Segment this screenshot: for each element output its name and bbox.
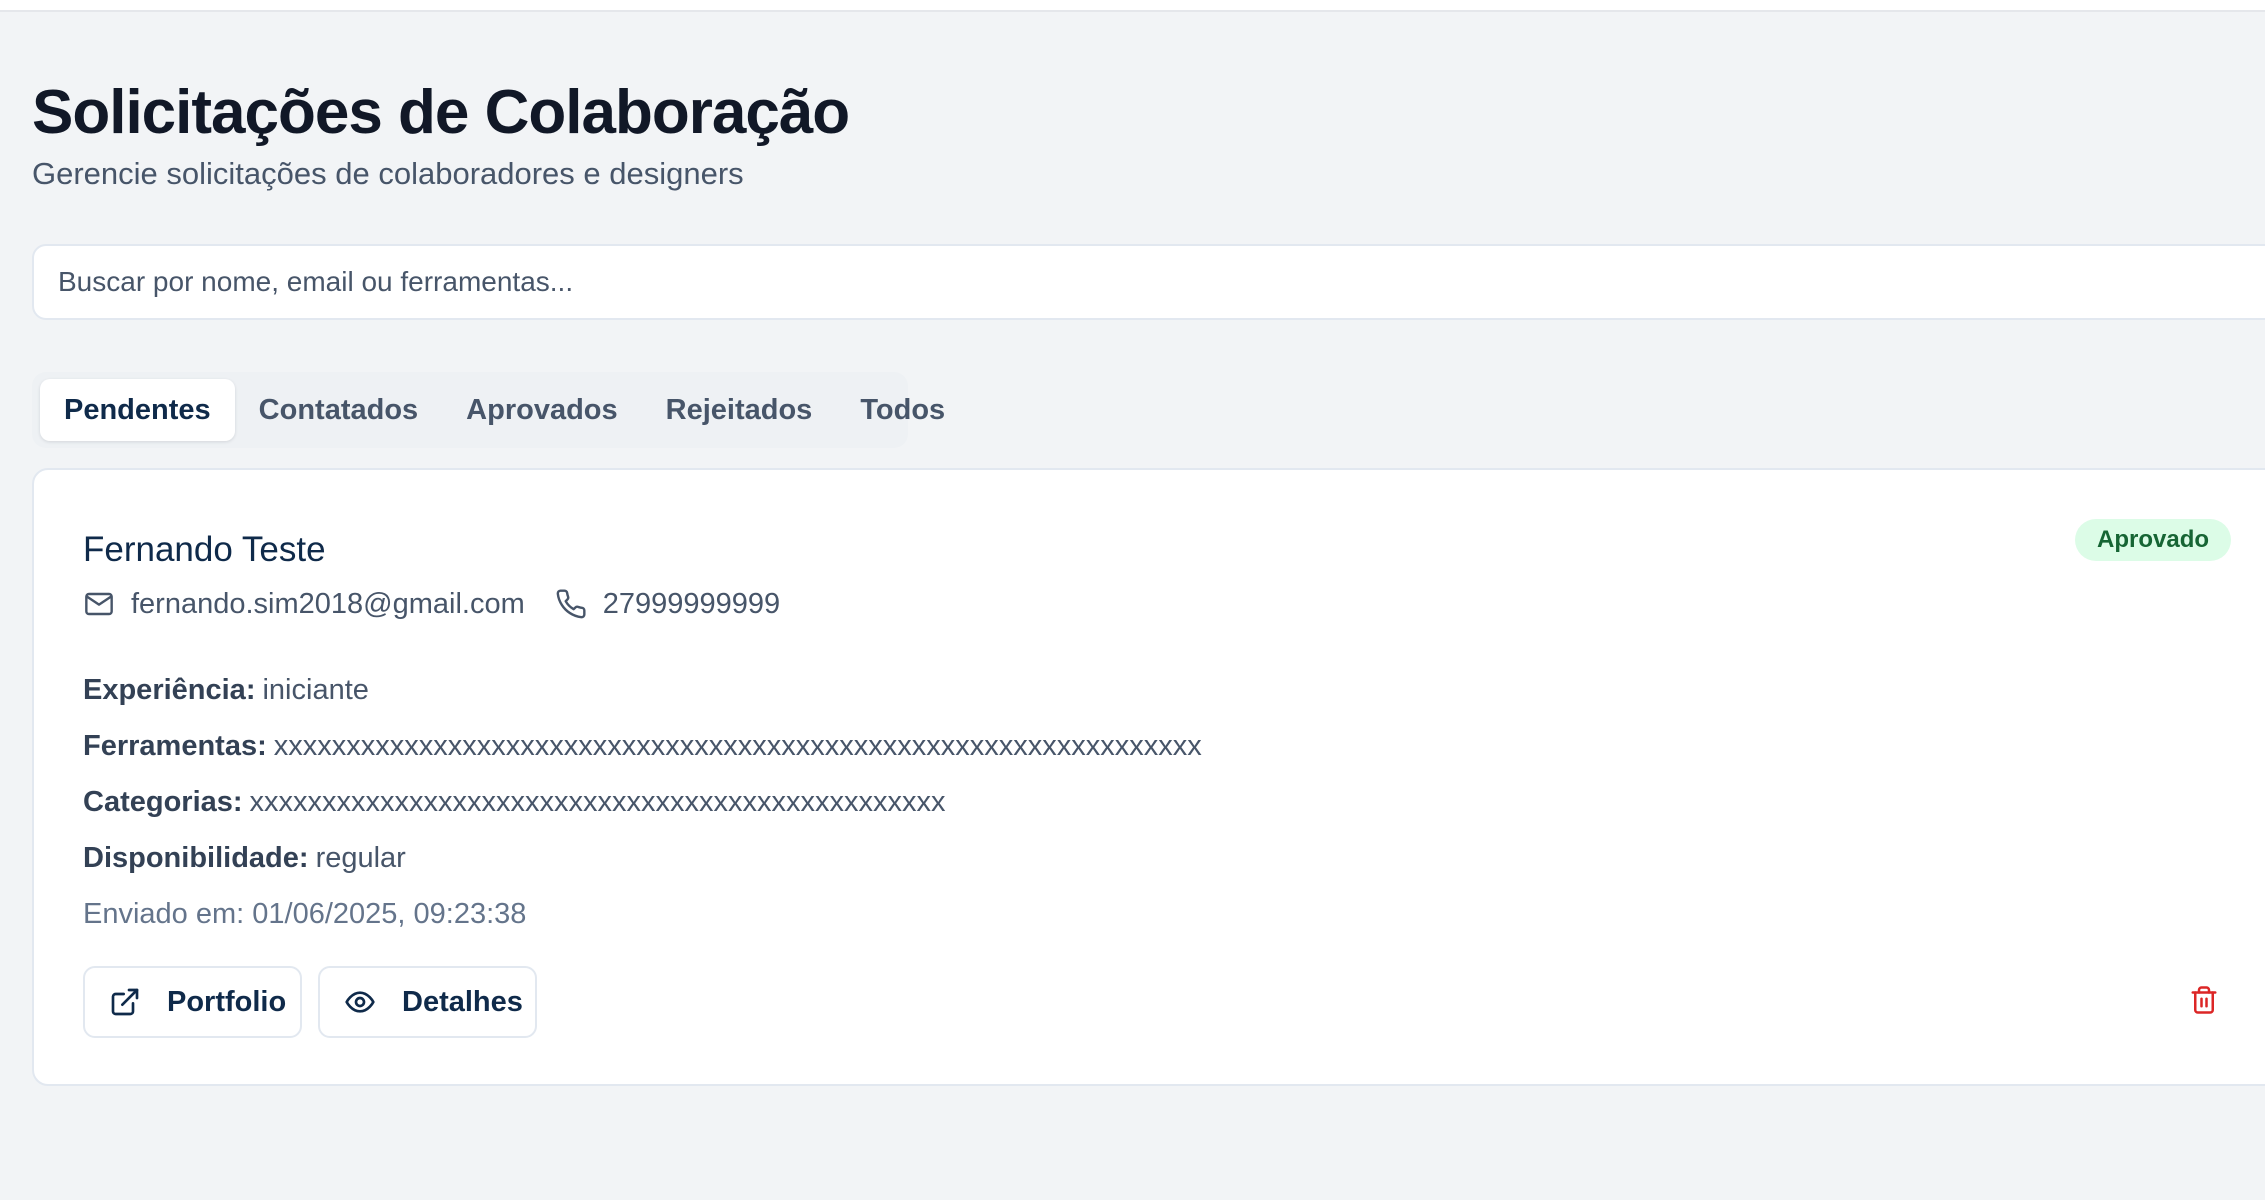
page-subtitle: Gerencie solicitações de colaboradores e… [32, 156, 744, 191]
page-content: Solicitações de Colaboração Gerencie sol… [32, 0, 2265, 1200]
status-badge: Aprovado [2075, 519, 2232, 561]
tab-todos[interactable]: Todos [836, 379, 969, 441]
request-card: Fernando Teste Aprovado fernando.sim2018… [32, 468, 2265, 1086]
availability-field: Disponibilidade: regular [83, 838, 406, 878]
phone-icon [555, 588, 587, 620]
trash-icon [2189, 984, 2219, 1021]
submitted-date: Enviado em: 01/06/2025, 09:23:38 [83, 898, 527, 930]
mail-icon [83, 588, 115, 620]
search-input[interactable] [32, 244, 2265, 320]
categories-label: Categorias: [83, 786, 243, 818]
experience-label: Experiência: [83, 674, 256, 706]
details-label: Detalhes [402, 985, 523, 1018]
experience-value: iniciante [262, 674, 369, 706]
email-text: fernando.sim2018@gmail.com [131, 587, 525, 620]
phone-text: 27999999999 [602, 587, 781, 620]
details-button[interactable]: Detalhes [318, 966, 537, 1038]
applicant-name: Fernando Teste [83, 530, 326, 569]
categories-value: xxxxxxxxxxxxxxxxxxxxxxxxxxxxxxxxxxxxxxxx… [249, 786, 946, 818]
eye-icon [344, 986, 376, 1018]
tab-pendentes[interactable]: Pendentes [40, 379, 235, 441]
page-title: Solicitações de Colaboração [32, 78, 850, 147]
email-contact: fernando.sim2018@gmail.com [83, 588, 525, 621]
contact-info: fernando.sim2018@gmail.com 27999999999 [83, 582, 780, 626]
tools-value: xxxxxxxxxxxxxxxxxxxxxxxxxxxxxxxxxxxxxxxx… [273, 730, 1202, 762]
categories-field: Categorias: xxxxxxxxxxxxxxxxxxxxxxxxxxxxx… [83, 782, 946, 822]
availability-value: regular [315, 842, 406, 874]
portfolio-label: Portfolio [167, 985, 287, 1018]
external-link-icon [109, 986, 141, 1018]
tools-label: Ferramentas: [83, 730, 267, 762]
portfolio-button[interactable]: Portfolio [83, 966, 302, 1038]
tab-aprovados[interactable]: Aprovados [442, 379, 641, 441]
availability-label: Disponibilidade: [83, 842, 309, 874]
tab-rejeitados[interactable]: Rejeitados [642, 379, 837, 441]
delete-button[interactable] [2186, 984, 2222, 1020]
experience-field: Experiência: iniciante [83, 670, 369, 710]
tab-contatados[interactable]: Contatados [235, 379, 443, 441]
tools-field: Ferramentas: xxxxxxxxxxxxxxxxxxxxxxxxxxxx… [83, 726, 1202, 766]
status-tabs: Pendentes Contatados Aprovados Rejeitado… [32, 372, 945, 448]
phone-contact: 27999999999 [555, 588, 780, 621]
